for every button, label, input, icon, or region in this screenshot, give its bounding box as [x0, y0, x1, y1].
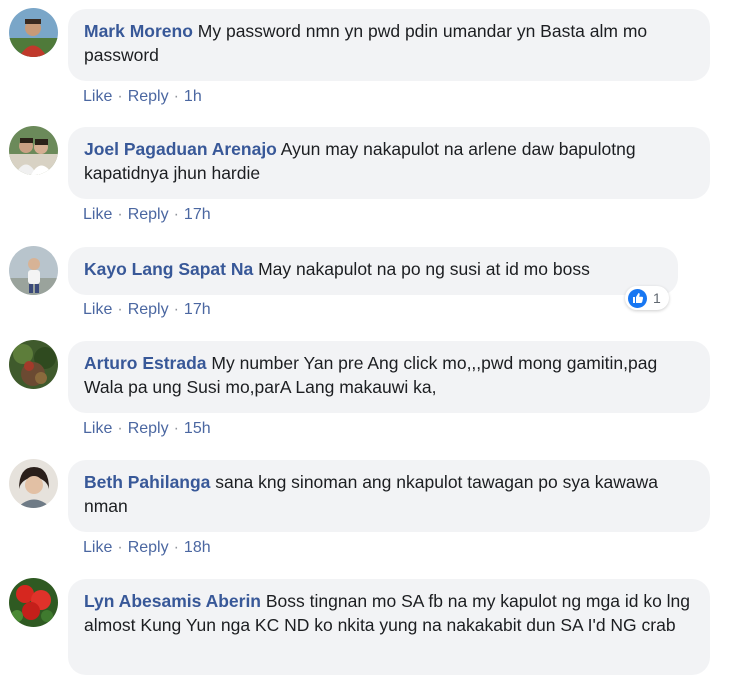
comment-author[interactable]: Joel Pagaduan Arenajo	[84, 139, 277, 159]
like-link[interactable]: Like	[83, 206, 112, 223]
avatar[interactable]	[9, 459, 58, 508]
comment-author[interactable]: Arturo Estrada	[84, 353, 207, 373]
avatar[interactable]	[9, 578, 58, 627]
comment-author[interactable]: Beth Pahilanga	[84, 472, 210, 492]
avatar[interactable]	[9, 126, 58, 175]
separator: ·	[173, 301, 179, 318]
separator: ·	[173, 88, 179, 105]
like-reaction-icon	[628, 288, 647, 308]
comment-timestamp[interactable]: 17h	[184, 206, 211, 223]
comment-author[interactable]: Mark Moreno	[84, 21, 193, 41]
comment-actions: Like · Reply · 1h	[83, 87, 202, 107]
profile-photo-icon	[9, 340, 58, 389]
comment-bubble: Mark Moreno My password nmn yn pwd pdin …	[68, 9, 710, 81]
separator: ·	[117, 206, 123, 223]
comment-bubble: Arturo Estrada My number Yan pre Ang cli…	[68, 341, 710, 413]
comment-actions: Like · Reply · 17h	[83, 205, 211, 225]
comment-timestamp[interactable]: 18h	[184, 539, 211, 556]
separator: ·	[173, 539, 179, 556]
comment-bubble: Lyn Abesamis Aberin Boss tingnan mo SA f…	[68, 579, 710, 675]
comment-actions: Like · Reply · 18h	[83, 538, 211, 558]
comment-timestamp[interactable]: 15h	[184, 420, 211, 437]
reply-link[interactable]: Reply	[128, 88, 169, 105]
separator: ·	[117, 301, 123, 318]
comment-author[interactable]: Lyn Abesamis Aberin	[84, 591, 261, 611]
comment-timestamp[interactable]: 17h	[184, 301, 211, 318]
separator: ·	[117, 420, 123, 437]
comment-bubble: Joel Pagaduan Arenajo Ayun may nakapulot…	[68, 127, 710, 199]
profile-photo-icon	[9, 8, 58, 57]
separator: ·	[173, 420, 179, 437]
reaction-summary[interactable]: 1	[625, 286, 669, 310]
profile-photo-icon	[9, 578, 58, 627]
comment-actions: Like · Reply · 17h	[83, 300, 211, 320]
separator: ·	[173, 206, 179, 223]
comment-bubble: Beth Pahilanga sana kng sinoman ang nkap…	[68, 460, 710, 532]
comment-author[interactable]: Kayo Lang Sapat Na	[84, 259, 253, 279]
like-link[interactable]: Like	[83, 539, 112, 556]
like-link[interactable]: Like	[83, 420, 112, 437]
reaction-count: 1	[653, 290, 661, 306]
avatar[interactable]	[9, 246, 58, 295]
reply-link[interactable]: Reply	[128, 539, 169, 556]
like-link[interactable]: Like	[83, 301, 112, 318]
separator: ·	[117, 88, 123, 105]
reply-link[interactable]: Reply	[128, 206, 169, 223]
profile-photo-icon	[9, 126, 58, 175]
separator: ·	[117, 539, 123, 556]
avatar[interactable]	[9, 340, 58, 389]
comment-actions: Like · Reply · 15h	[83, 419, 211, 439]
reply-link[interactable]: Reply	[128, 301, 169, 318]
reply-link[interactable]: Reply	[128, 420, 169, 437]
profile-photo-icon	[9, 459, 58, 508]
thumbs-up-icon	[632, 293, 643, 303]
profile-photo-icon	[9, 246, 58, 295]
like-link[interactable]: Like	[83, 88, 112, 105]
comment-bubble: Kayo Lang Sapat Na May nakapulot na po n…	[68, 247, 678, 295]
comment-timestamp[interactable]: 1h	[184, 88, 202, 105]
comment-text: May nakapulot na po ng susi at id mo bos…	[258, 259, 590, 279]
avatar[interactable]	[9, 8, 58, 57]
